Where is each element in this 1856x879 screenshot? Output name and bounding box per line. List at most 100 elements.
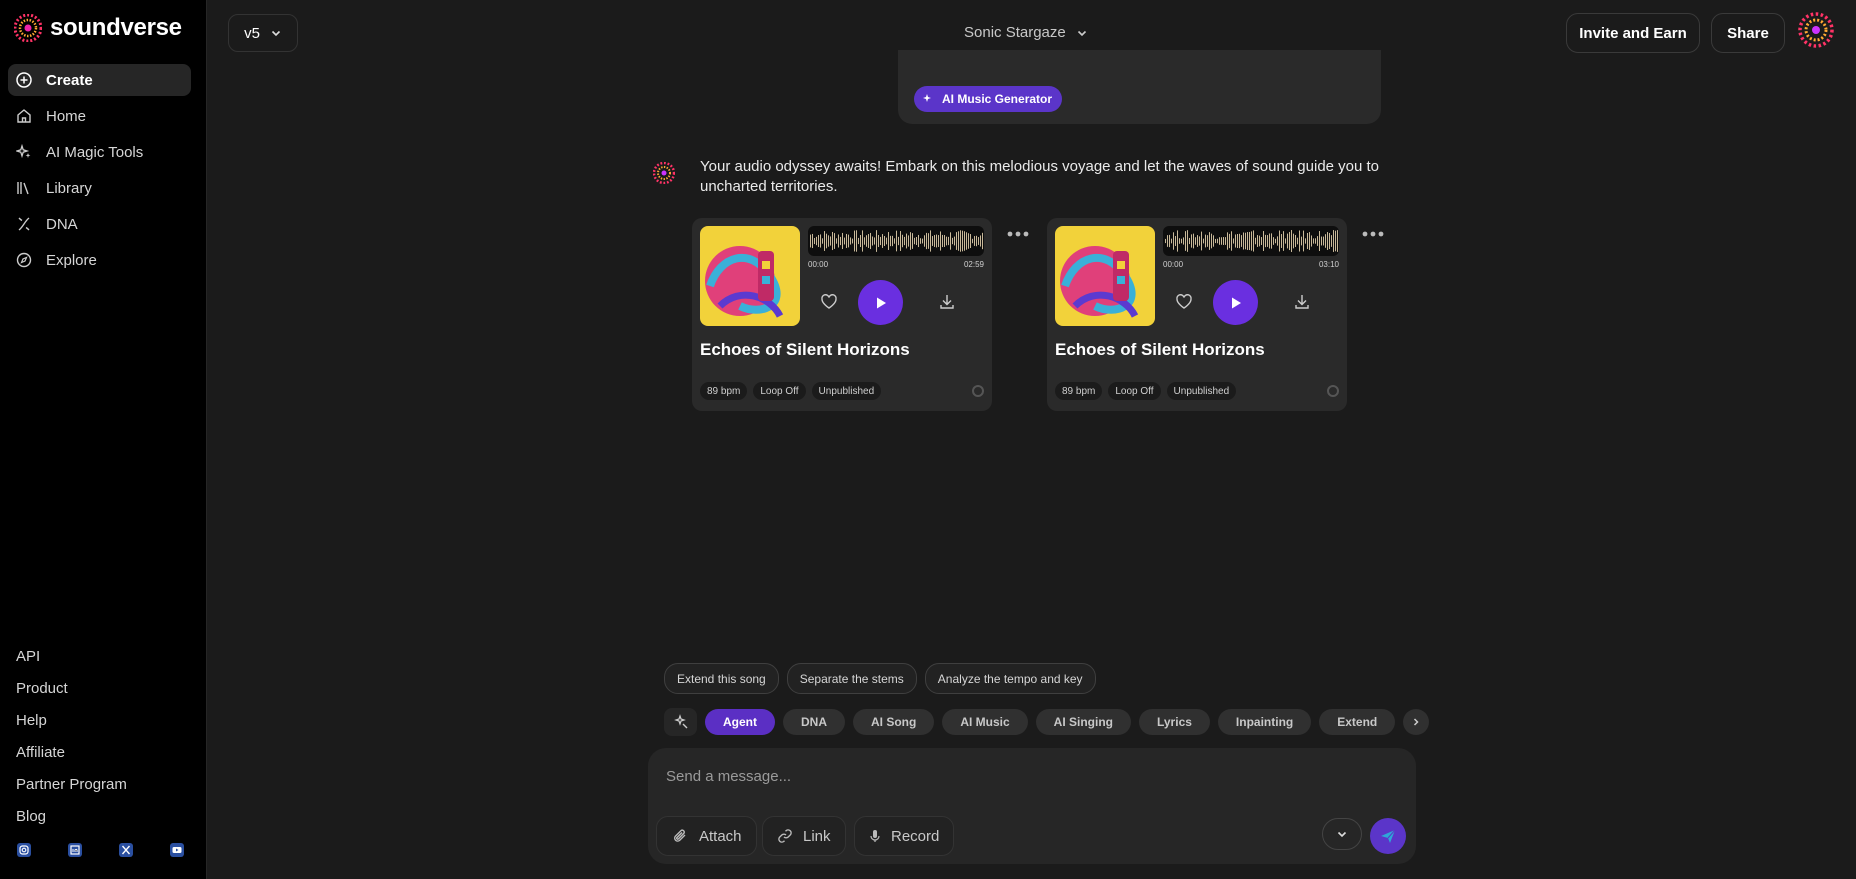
mode-lyrics[interactable]: Lyrics <box>1139 709 1210 735</box>
heart-icon[interactable] <box>1175 293 1193 311</box>
waveform-bar <box>972 238 973 244</box>
user-avatar[interactable] <box>1798 12 1834 48</box>
album-art-image <box>1055 226 1155 326</box>
more-options-icon[interactable] <box>1361 230 1385 238</box>
magic-wand-button[interactable] <box>664 708 697 736</box>
select-radio[interactable] <box>1327 385 1339 397</box>
waveform-bar <box>860 235 861 247</box>
youtube-icon[interactable] <box>169 842 185 858</box>
composer-options-toggle[interactable] <box>1322 818 1362 850</box>
waveform[interactable] <box>808 226 984 256</box>
waveform-bar <box>874 237 875 245</box>
share-button[interactable]: Share <box>1711 13 1785 53</box>
album-cover[interactable] <box>1055 226 1155 326</box>
waveform-bar <box>1301 236 1302 246</box>
mode-extend[interactable]: Extend <box>1319 709 1396 735</box>
mode-ai-music[interactable]: AI Music <box>942 709 1028 735</box>
waveform-bar <box>1227 232 1228 250</box>
version-selector[interactable]: v5 <box>228 14 298 52</box>
mode-ai-song[interactable]: AI Song <box>853 709 935 735</box>
waveform-bar <box>1183 237 1184 245</box>
waveform-bar <box>1241 235 1242 247</box>
waveform-bar <box>910 232 911 250</box>
suggestion-extend-song[interactable]: Extend this song <box>664 663 779 694</box>
waveform-bar <box>950 232 951 250</box>
project-title-dropdown[interactable]: Sonic Stargaze <box>964 24 1088 41</box>
download-icon[interactable] <box>938 293 956 311</box>
waveform-bar <box>1179 238 1180 244</box>
waveform[interactable] <box>1163 226 1339 256</box>
waveform-bar <box>934 235 935 247</box>
ai-music-generator-chip[interactable]: AI Music Generator <box>914 86 1063 112</box>
mode-agent[interactable]: Agent <box>705 709 775 735</box>
waveform-bar <box>862 230 863 252</box>
waveform-bar <box>820 234 821 248</box>
footer-link-product[interactable]: Product <box>16 672 127 704</box>
heart-icon[interactable] <box>820 293 838 311</box>
download-icon[interactable] <box>1293 293 1311 311</box>
suggestion-analyze-tempo[interactable]: Analyze the tempo and key <box>924 663 1096 694</box>
play-button[interactable] <box>858 280 903 325</box>
sidebar-item-create[interactable]: Create <box>8 64 191 96</box>
waveform-bar <box>886 237 887 245</box>
brand-name: soundverse <box>50 14 182 41</box>
sidebar-item-dna[interactable]: DNA <box>8 208 191 240</box>
more-options-icon[interactable] <box>1006 230 1030 238</box>
record-button[interactable]: Record <box>854 816 955 856</box>
footer-link-affiliate[interactable]: Affiliate <box>16 736 127 768</box>
waveform-bar <box>1311 235 1312 247</box>
waveform-bar <box>818 235 819 247</box>
waveform-bar <box>1197 235 1198 247</box>
waveform-bar <box>1253 230 1254 252</box>
footer-link-help[interactable]: Help <box>16 704 127 736</box>
waveform-bar <box>1289 231 1290 251</box>
play-button[interactable] <box>1213 280 1258 325</box>
footer-link-partner-program[interactable]: Partner Program <box>16 768 127 800</box>
waveform-bar <box>1217 238 1218 244</box>
attach-button[interactable]: Attach <box>656 816 757 856</box>
loop-tag[interactable]: Loop Off <box>753 382 806 400</box>
attach-label: Attach <box>699 827 742 845</box>
waveform-bar <box>976 235 977 247</box>
link-button[interactable]: Link <box>762 816 846 856</box>
x-icon[interactable] <box>118 842 134 858</box>
sidebar-item-label: Home <box>46 107 87 125</box>
waveform-bar <box>1199 236 1200 246</box>
mode-ai-singing[interactable]: AI Singing <box>1035 709 1131 735</box>
sidebar-item-home[interactable]: Home <box>8 100 191 132</box>
instagram-icon[interactable] <box>16 842 32 858</box>
modes-scroll-right[interactable] <box>1403 709 1430 735</box>
waveform-bar <box>922 238 923 244</box>
waveform-bar <box>810 234 811 248</box>
play-icon <box>1231 297 1241 308</box>
waveform-bar <box>1255 237 1256 245</box>
assistant-message-text: Your audio odyssey awaits! Embark on thi… <box>700 158 1380 195</box>
time-total: 03:10 <box>1318 260 1339 269</box>
waveform-bar <box>1281 234 1282 248</box>
message-input[interactable] <box>666 764 1366 788</box>
album-cover[interactable] <box>700 226 800 326</box>
waveform-bar <box>908 235 909 247</box>
version-label: v5 <box>244 24 260 42</box>
brand-logo[interactable]: soundverse <box>14 14 182 42</box>
sidebar-item-ai-magic-tools[interactable]: AI Magic Tools <box>8 136 191 168</box>
select-radio[interactable] <box>972 385 984 397</box>
suggestion-separate-stems[interactable]: Separate the stems <box>786 663 917 694</box>
footer-link-api[interactable]: API <box>16 640 127 672</box>
sidebar-item-library[interactable]: Library <box>8 172 191 204</box>
invite-and-earn-button[interactable]: Invite and Earn <box>1566 13 1700 53</box>
footer-link-blog[interactable]: Blog <box>16 800 127 832</box>
linkedin-icon[interactable] <box>67 842 83 858</box>
mode-inpainting[interactable]: Inpainting <box>1217 709 1312 735</box>
waveform-bar <box>1215 238 1216 244</box>
waveform-bar <box>1317 236 1318 246</box>
mode-dna[interactable]: DNA <box>783 709 845 735</box>
waveform-bar <box>864 237 865 245</box>
sidebar-item-explore[interactable]: Explore <box>8 244 191 276</box>
loop-tag[interactable]: Loop Off <box>1108 382 1161 400</box>
waveform-bar <box>1229 233 1230 249</box>
song-title: Echoes of Silent Horizons <box>1055 340 1265 359</box>
waveform-bar <box>1297 237 1298 245</box>
send-button[interactable] <box>1370 818 1406 854</box>
waveform-bar <box>826 233 827 249</box>
